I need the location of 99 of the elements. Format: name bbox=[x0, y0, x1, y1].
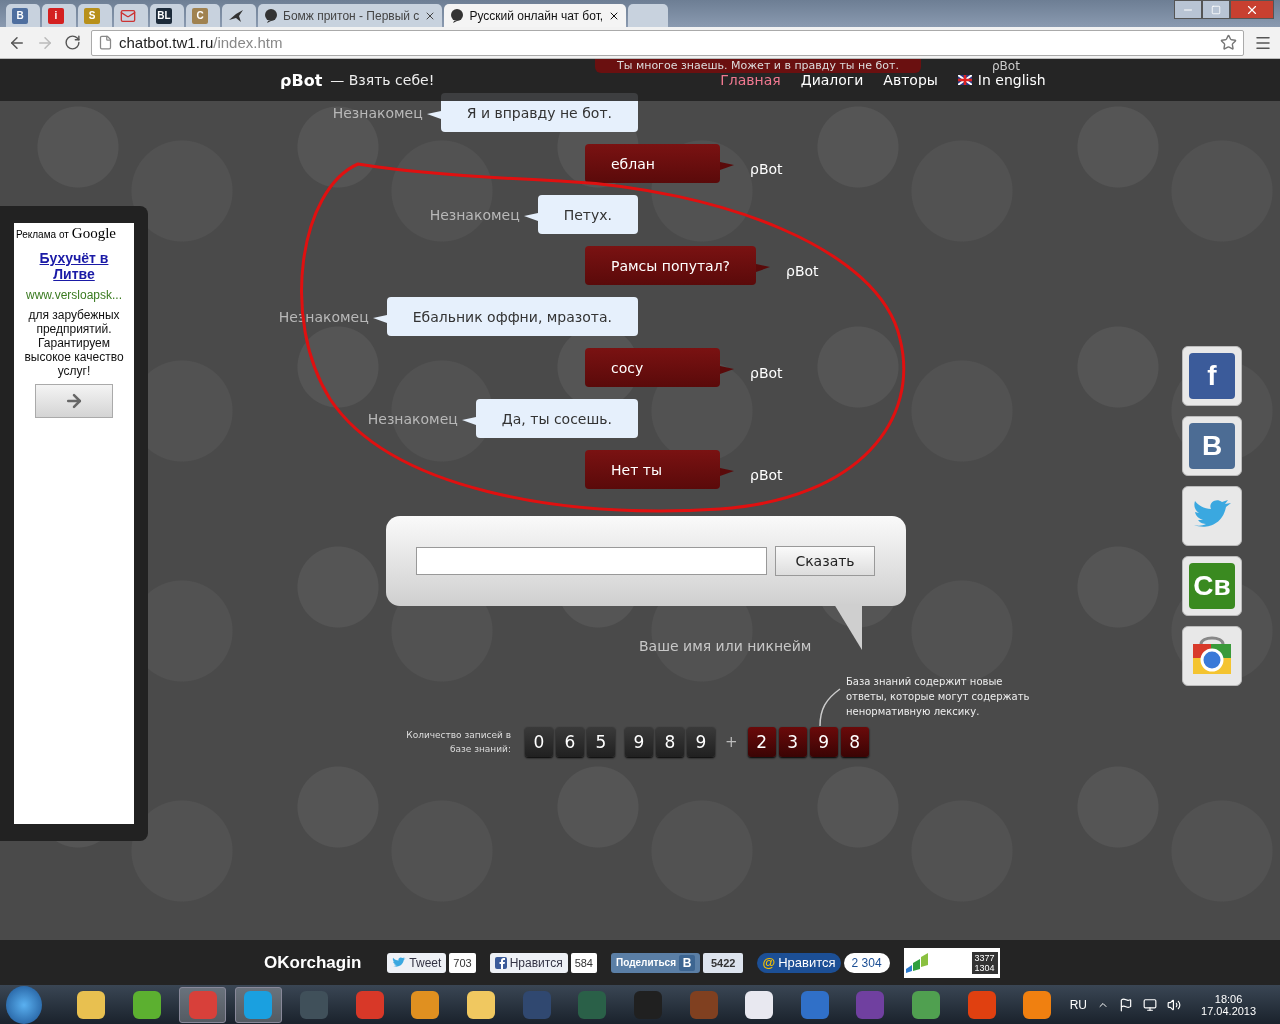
flag-icon bbox=[957, 75, 972, 85]
bubble-tail bbox=[720, 468, 734, 476]
social-button[interactable]: В bbox=[1182, 416, 1242, 476]
sender-name: ρBot bbox=[992, 59, 1020, 73]
maximize-button[interactable] bbox=[1202, 0, 1230, 19]
bird-icon bbox=[228, 7, 244, 24]
share-count: 703 bbox=[449, 952, 476, 973]
close-button[interactable] bbox=[1230, 0, 1274, 19]
sender-name: Незнакомец bbox=[332, 104, 423, 121]
nav-link[interactable]: Авторы bbox=[883, 72, 938, 88]
say-button[interactable]: Сказать bbox=[775, 546, 875, 576]
sender-name: ρBot bbox=[750, 466, 783, 483]
share-count: 5422 bbox=[703, 952, 744, 973]
share-button[interactable]: Нравится bbox=[489, 952, 568, 973]
sender-name: ρBot bbox=[750, 160, 783, 177]
page-icon bbox=[98, 35, 113, 50]
counter-digit: 0 bbox=[525, 727, 553, 757]
share-count: 584 bbox=[570, 952, 597, 973]
counter-digit: 5 bbox=[587, 727, 615, 757]
counter-label: Количество записей в базе знаний: bbox=[405, 729, 511, 756]
chat-bubble: Петух. bbox=[537, 195, 638, 234]
bar-chart-icon bbox=[903, 950, 930, 975]
sender-name: ρBot bbox=[750, 364, 783, 381]
share-button[interactable]: Tweet bbox=[387, 952, 447, 973]
counter-digit: 3 bbox=[778, 727, 807, 757]
browser-tab[interactable]: Русский онлайн чат бот, bbox=[444, 4, 627, 27]
chat-bubble: сосу bbox=[585, 348, 720, 387]
vk-logo: В bbox=[1189, 423, 1235, 469]
chat-bubble: Да, ты сосешь. bbox=[475, 399, 638, 438]
flag-icon[interactable] bbox=[1119, 997, 1134, 1012]
clock[interactable]: 18:06 17.04.2013 bbox=[1201, 992, 1257, 1017]
share-count: 2 304 bbox=[843, 952, 890, 973]
author-name: OKorchagin bbox=[264, 952, 362, 973]
counter-digit: 6 bbox=[556, 727, 584, 757]
ad-label: Реклама от Google bbox=[15, 224, 117, 243]
ad-go-button[interactable] bbox=[35, 384, 113, 418]
counter-digit: 9 bbox=[625, 727, 653, 757]
browser-tab[interactable]: C bbox=[186, 4, 220, 27]
address-field[interactable]: chatbot.tw1.ru/index.htm bbox=[91, 29, 1244, 56]
ad-title-link[interactable]: Бухучёт в Литве bbox=[24, 250, 124, 282]
star-icon[interactable] bbox=[1220, 34, 1237, 51]
leader-line bbox=[819, 688, 841, 727]
bird-icon bbox=[392, 956, 407, 969]
ad-url: www.versloapsk... bbox=[26, 288, 122, 302]
start-button[interactable] bbox=[6, 985, 43, 1024]
site-favicon: BL bbox=[156, 7, 172, 24]
chat-bubble: Ебальник оффни, мразота. bbox=[386, 297, 638, 336]
chat-bubble-icon bbox=[450, 8, 465, 23]
store-bag-icon bbox=[1191, 636, 1233, 676]
browser-tab[interactable] bbox=[222, 4, 256, 27]
bubble-tail bbox=[720, 162, 734, 170]
plus-sign: + bbox=[725, 733, 738, 751]
info-note: База знаний содержит новые ответы, которые могут содержать ненормативную лексику. bbox=[846, 675, 1031, 719]
facebook-logo: f bbox=[1189, 353, 1235, 399]
counter-digit: 2 bbox=[747, 727, 776, 757]
site-favicon: S bbox=[84, 7, 100, 24]
tagline: — Взять себе! bbox=[330, 72, 435, 88]
sender-name: ρBot bbox=[786, 262, 819, 279]
nav-link[interactable]: In english bbox=[957, 72, 1046, 88]
arrow-icon bbox=[64, 391, 84, 411]
counter-digit: 9 bbox=[809, 727, 838, 757]
browser-tab[interactable]: i bbox=[42, 4, 76, 27]
site-favicon: В bbox=[12, 7, 28, 24]
ad-text: для зарубежных предприятий. Гарантируем высокое качество услуг! bbox=[23, 308, 125, 378]
name-hint[interactable]: Ваше имя или никнейм bbox=[639, 638, 1182, 654]
nav-link[interactable]: Диалоги bbox=[800, 72, 864, 88]
chat-bubble: Рамсы попутал? bbox=[585, 246, 757, 285]
counter-digit: 8 bbox=[840, 727, 869, 757]
facebook-icon bbox=[494, 956, 507, 969]
bubble-tail bbox=[720, 366, 734, 374]
sender-name: Незнакомец bbox=[429, 206, 520, 223]
visit-counter: 3377 1304 bbox=[903, 947, 1000, 978]
message-input[interactable] bbox=[416, 547, 767, 575]
reload-icon[interactable] bbox=[64, 34, 81, 51]
browser-tab[interactable]: В bbox=[6, 4, 40, 27]
minimize-button[interactable] bbox=[1174, 0, 1202, 19]
chat-bubble: Ты многое знаешь. Может и в правду ты не бот. bbox=[595, 59, 921, 73]
site-logo[interactable]: ρBot bbox=[280, 70, 323, 90]
network-icon[interactable] bbox=[1143, 997, 1158, 1012]
browser-tab[interactable]: Бомж притон - Первый с bbox=[258, 4, 443, 27]
chat-bubble: Нет ты bbox=[585, 450, 720, 489]
chat-bubble: еблан bbox=[585, 144, 720, 183]
share-button[interactable]: Поделиться В bbox=[611, 952, 700, 973]
social-button[interactable]: f bbox=[1182, 346, 1242, 406]
browser-tab[interactable]: BL bbox=[150, 4, 184, 27]
sender-name: Незнакомец bbox=[367, 410, 458, 427]
share-button[interactable]: @ Нравится bbox=[757, 952, 841, 973]
counter-digit: 8 bbox=[656, 727, 684, 757]
counter-digit: 9 bbox=[687, 727, 715, 757]
cb-logo: Св bbox=[1189, 563, 1235, 609]
maximize-icon bbox=[1211, 4, 1221, 15]
envelope-icon bbox=[120, 7, 136, 24]
social-button[interactable] bbox=[1182, 626, 1242, 686]
social-button[interactable]: Св bbox=[1182, 556, 1242, 616]
language-indicator[interactable]: RU bbox=[1069, 997, 1088, 1012]
site-favicon: C bbox=[192, 7, 208, 24]
volume-icon[interactable] bbox=[1167, 997, 1182, 1012]
nav-link[interactable]: Главная bbox=[720, 72, 781, 88]
site-favicon: i bbox=[48, 7, 64, 24]
